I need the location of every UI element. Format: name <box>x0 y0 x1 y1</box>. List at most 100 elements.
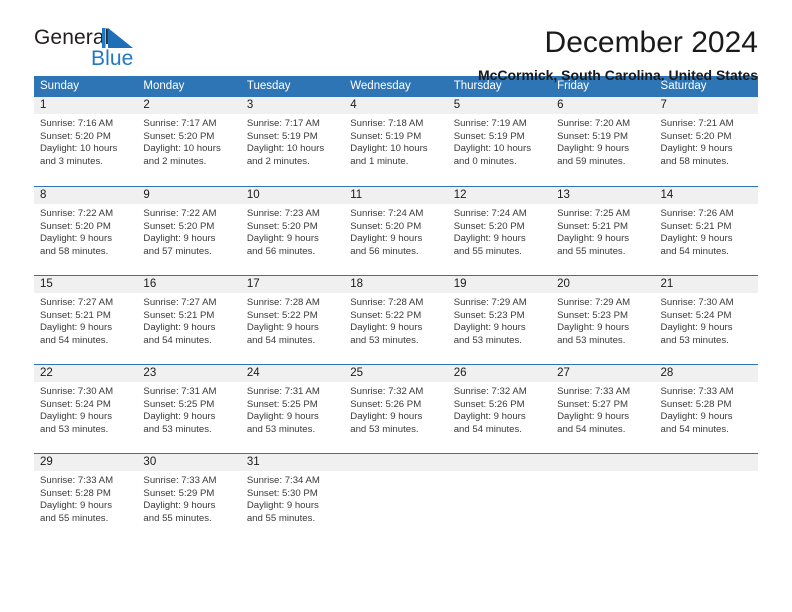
sunrise-text: Sunrise: 7:24 AM <box>453 208 527 219</box>
calendar-day-cell[interactable]: 12 Sunrise: 7:24 AM Sunset: 5:20 PM Dayligh… <box>447 187 552 275</box>
daylight-text-line1: Daylight: 9 hours <box>40 322 112 334</box>
sunrise-text: Sunrise: 7:33 AM <box>557 386 631 397</box>
day-details: Sunrise: 7:30 AM Sunset: 5:24 PM Daylight:… <box>34 382 137 436</box>
calendar-day-cell[interactable]: 28 Sunrise: 7:33 AM Sunset: 5:28 PM Dayligh… <box>654 365 758 453</box>
calendar-day-cell[interactable]: 20 Sunrise: 7:29 AM Sunset: 5:23 PM Dayligh… <box>551 276 655 364</box>
sunrise-text: Sunrise: 7:22 AM <box>143 208 217 219</box>
daylight-text-line1: Daylight: 9 hours <box>246 322 319 334</box>
weekday-header-saturday: Saturday <box>660 80 707 92</box>
daylight-text-line2: and 55 minutes. <box>40 512 109 524</box>
daylight-text-line2: and 54 minutes. <box>40 334 109 346</box>
daylight-text-line2: and 55 minutes. <box>143 512 212 524</box>
day-details: Sunrise: 7:33 AM Sunset: 5:27 PM Daylight:… <box>551 382 654 436</box>
calendar-day-cell[interactable]: 25 Sunrise: 7:32 AM Sunset: 5:26 PM Dayligh… <box>344 365 448 453</box>
calendar-day-cell[interactable]: 4 Sunrise: 7:18 AM Sunset: 5:19 PM Daylight… <box>344 97 448 186</box>
calendar-day-cell[interactable]: 16 Sunrise: 7:27 AM Sunset: 5:21 PM Dayligh… <box>137 276 241 364</box>
daylight-text-line1: Daylight: 9 hours <box>557 411 630 423</box>
sunset-text: Sunset: 5:20 PM <box>143 130 215 142</box>
day-details: Sunrise: 7:24 AM Sunset: 5:20 PM Daylight:… <box>344 204 447 258</box>
page-title: December 2024 <box>544 26 758 59</box>
sunrise-text: Sunrise: 7:20 AM <box>557 118 631 129</box>
daylight-text-line2: and 53 minutes. <box>143 423 212 435</box>
day-details: Sunrise: 7:33 AM Sunset: 5:28 PM Daylight:… <box>655 382 758 436</box>
page-header: General Blue December 2024 McCormick, So… <box>34 0 758 83</box>
day-number: 29 <box>34 454 138 471</box>
daylight-text-line1: Daylight: 9 hours <box>143 411 216 423</box>
calendar-day-cell[interactable]: 13 Sunrise: 7:25 AM Sunset: 5:21 PM Dayligh… <box>551 187 655 275</box>
calendar-day-cell[interactable]: 14 Sunrise: 7:26 AM Sunset: 5:21 PM Dayligh… <box>654 187 758 275</box>
calendar-day-cell[interactable]: 1 Sunrise: 7:16 AM Sunset: 5:20 PM Daylight… <box>34 97 138 186</box>
daylight-text-line2: and 58 minutes. <box>40 245 109 257</box>
day-details: Sunrise: 7:31 AM Sunset: 5:25 PM Daylight:… <box>137 382 240 436</box>
calendar-day-cell[interactable]: 22 Sunrise: 7:30 AM Sunset: 5:24 PM Dayligh… <box>34 365 138 453</box>
daylight-text-line2: and 53 minutes. <box>660 334 729 346</box>
daylight-text-line2: and 56 minutes. <box>246 245 316 257</box>
sunset-text: Sunset: 5:21 PM <box>557 220 629 232</box>
sunset-text: Sunset: 5:28 PM <box>660 398 732 410</box>
day-details: Sunrise: 7:29 AM Sunset: 5:23 PM Daylight:… <box>448 293 551 347</box>
calendar-day-cell[interactable]: 8 Sunrise: 7:22 AM Sunset: 5:20 PM Daylight… <box>34 187 138 275</box>
daylight-text-line1: Daylight: 9 hours <box>350 411 423 423</box>
day-number: 5 <box>447 97 552 114</box>
calendar-day-cell-empty <box>551 454 655 542</box>
calendar-day-cell[interactable]: 19 Sunrise: 7:29 AM Sunset: 5:23 PM Dayligh… <box>447 276 552 364</box>
day-details: Sunrise: 7:19 AM Sunset: 5:19 PM Daylight:… <box>448 114 551 168</box>
daylight-text-line1: Daylight: 9 hours <box>350 233 423 245</box>
calendar-day-cell[interactable]: 7 Sunrise: 7:21 AM Sunset: 5:20 PM Daylight… <box>654 97 758 186</box>
daylight-text-line1: Daylight: 9 hours <box>453 322 526 334</box>
calendar-day-cell[interactable]: 6 Sunrise: 7:20 AM Sunset: 5:19 PM Daylight… <box>551 97 655 186</box>
day-details: Sunrise: 7:26 AM Sunset: 5:21 PM Daylight:… <box>655 204 758 258</box>
sunrise-text: Sunrise: 7:30 AM <box>660 297 734 308</box>
calendar-day-cell[interactable]: 10 Sunrise: 7:23 AM Sunset: 5:20 PM Dayligh… <box>240 187 345 275</box>
calendar-day-cell[interactable]: 3 Sunrise: 7:17 AM Sunset: 5:19 PM Daylight… <box>240 97 345 186</box>
daylight-text-line1: Daylight: 9 hours <box>453 411 526 423</box>
day-number: 11 <box>344 187 448 204</box>
day-number: 31 <box>240 454 345 471</box>
sunset-text: Sunset: 5:27 PM <box>557 398 629 410</box>
calendar-day-cell[interactable]: 9 Sunrise: 7:22 AM Sunset: 5:20 PM Daylight… <box>137 187 241 275</box>
calendar-page: General Blue December 2024 McCormick, So… <box>0 0 792 612</box>
calendar-day-cell[interactable]: 18 Sunrise: 7:28 AM Sunset: 5:22 PM Dayligh… <box>344 276 448 364</box>
day-details: Sunrise: 7:32 AM Sunset: 5:26 PM Daylight:… <box>448 382 551 436</box>
daylight-text-line1: Daylight: 9 hours <box>660 143 733 155</box>
day-details: Sunrise: 7:25 AM Sunset: 5:21 PM Daylight:… <box>551 204 654 258</box>
day-details: Sunrise: 7:28 AM Sunset: 5:22 PM Daylight:… <box>344 293 447 347</box>
day-number: 27 <box>551 365 655 382</box>
calendar-day-cell[interactable]: 2 Sunrise: 7:17 AM Sunset: 5:20 PM Daylight… <box>137 97 241 186</box>
sunrise-text: Sunrise: 7:30 AM <box>40 386 114 397</box>
calendar-day-cell[interactable]: 26 Sunrise: 7:32 AM Sunset: 5:26 PM Dayligh… <box>447 365 552 453</box>
day-number: 15 <box>34 276 138 293</box>
sunrise-text: Sunrise: 7:29 AM <box>557 297 631 308</box>
sunrise-text: Sunrise: 7:21 AM <box>660 118 734 129</box>
calendar-day-cell[interactable]: 27 Sunrise: 7:33 AM Sunset: 5:27 PM Dayligh… <box>551 365 655 453</box>
calendar-day-cell[interactable]: 17 Sunrise: 7:28 AM Sunset: 5:22 PM Dayligh… <box>240 276 345 364</box>
day-number <box>344 454 448 471</box>
day-number <box>551 454 655 471</box>
daylight-text-line1: Daylight: 9 hours <box>143 500 216 512</box>
sunrise-text: Sunrise: 7:17 AM <box>246 118 320 129</box>
sunset-text: Sunset: 5:20 PM <box>453 220 525 232</box>
calendar-day-cell[interactable]: 29 Sunrise: 7:33 AM Sunset: 5:28 PM Dayligh… <box>34 454 138 542</box>
brand-logo[interactable]: General Blue <box>34 26 166 72</box>
calendar-day-cell[interactable]: 23 Sunrise: 7:31 AM Sunset: 5:25 PM Dayligh… <box>137 365 241 453</box>
calendar-day-cell[interactable]: 21 Sunrise: 7:30 AM Sunset: 5:24 PM Dayligh… <box>654 276 758 364</box>
calendar-week-row: 22 Sunrise: 7:30 AM Sunset: 5:24 PM Dayligh… <box>34 364 758 453</box>
sunset-text: Sunset: 5:20 PM <box>350 220 422 232</box>
calendar-day-cell[interactable]: 31 Sunrise: 7:34 AM Sunset: 5:30 PM Dayligh… <box>240 454 345 542</box>
calendar-day-cell[interactable]: 24 Sunrise: 7:31 AM Sunset: 5:25 PM Dayligh… <box>240 365 345 453</box>
sunset-text: Sunset: 5:20 PM <box>40 130 111 142</box>
calendar-day-cell[interactable]: 15 Sunrise: 7:27 AM Sunset: 5:21 PM Dayligh… <box>34 276 138 364</box>
calendar-day-cell[interactable]: 11 Sunrise: 7:24 AM Sunset: 5:20 PM Dayligh… <box>344 187 448 275</box>
calendar-day-cell[interactable]: 5 Sunrise: 7:19 AM Sunset: 5:19 PM Daylight… <box>447 97 552 186</box>
daylight-text-line1: Daylight: 9 hours <box>660 411 733 423</box>
daylight-text-line1: Daylight: 9 hours <box>40 233 112 245</box>
day-details: Sunrise: 7:28 AM Sunset: 5:22 PM Daylight:… <box>241 293 344 347</box>
day-details: Sunrise: 7:27 AM Sunset: 5:21 PM Daylight:… <box>137 293 240 347</box>
day-number: 20 <box>551 276 655 293</box>
calendar-day-cell[interactable]: 30 Sunrise: 7:33 AM Sunset: 5:29 PM Dayligh… <box>137 454 241 542</box>
daylight-text-line2: and 56 minutes. <box>350 245 419 257</box>
weekday-header-tuesday: Tuesday <box>246 80 291 92</box>
sunset-text: Sunset: 5:21 PM <box>660 220 732 232</box>
daylight-text-line1: Daylight: 9 hours <box>350 322 423 334</box>
daylight-text-line1: Daylight: 9 hours <box>246 411 319 423</box>
